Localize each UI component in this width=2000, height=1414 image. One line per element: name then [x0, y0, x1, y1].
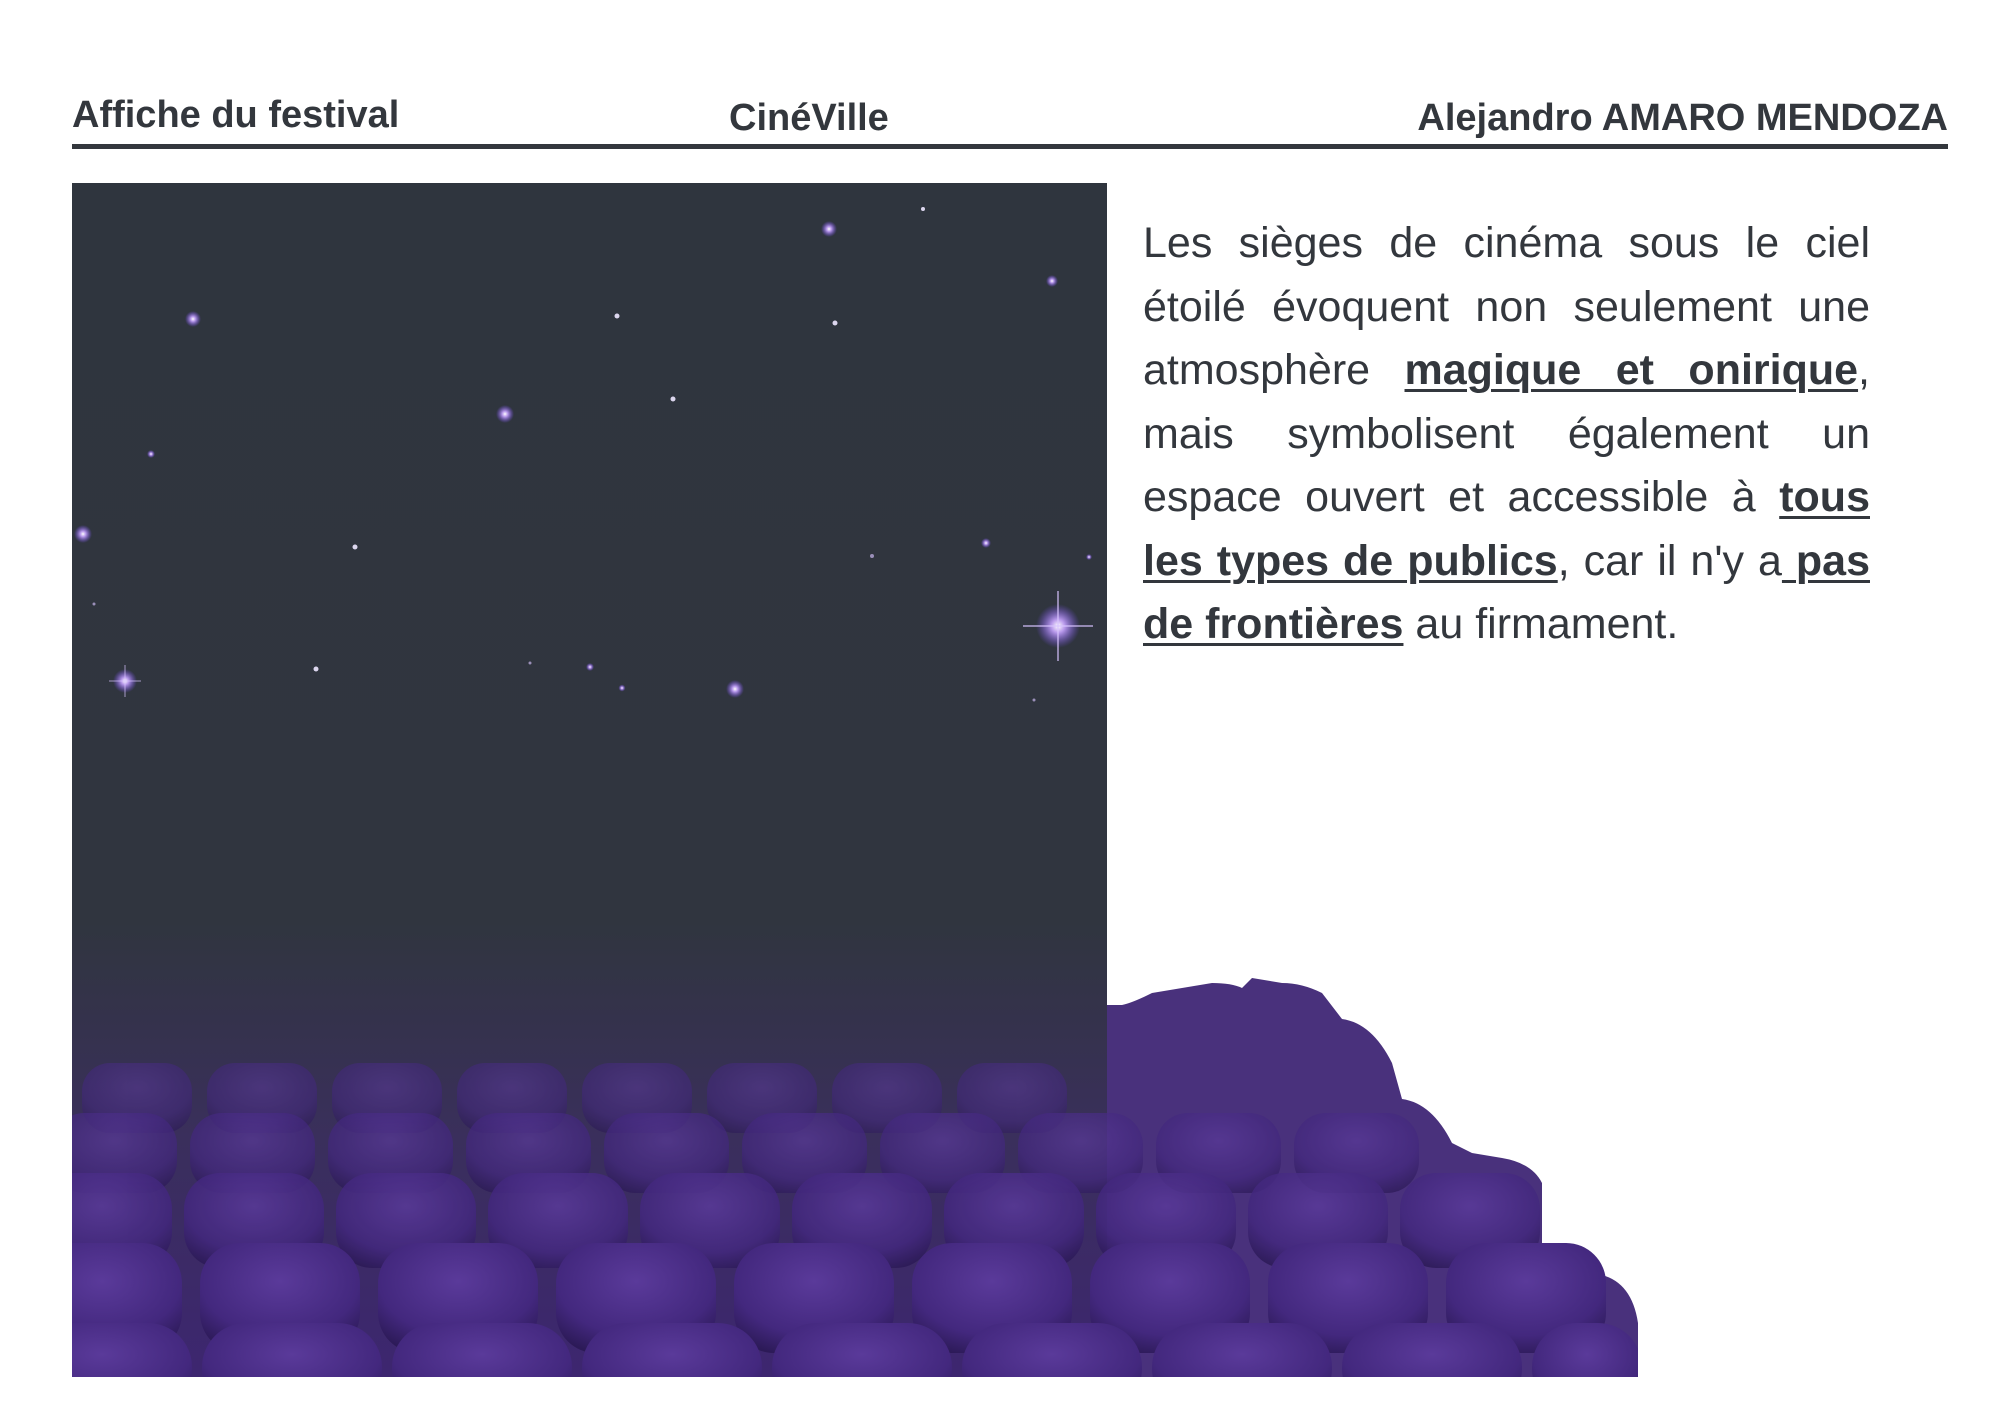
- description-part-4: au firmament.: [1403, 600, 1679, 648]
- poster-description: Les sièges de cinéma sous le ciel étoilé…: [1143, 212, 1870, 657]
- header-center-title: CinéVille: [729, 97, 889, 139]
- page-header: Affiche du festival CinéVille Alejandro …: [72, 92, 1948, 149]
- highlight-magique-onirique: magique et onirique: [1404, 346, 1859, 394]
- header-author-name: Alejandro AMARO MENDOZA: [1417, 97, 1948, 139]
- description-part-3: , car il n'y a: [1557, 536, 1782, 585]
- header-left-title: Affiche du festival: [72, 94, 400, 136]
